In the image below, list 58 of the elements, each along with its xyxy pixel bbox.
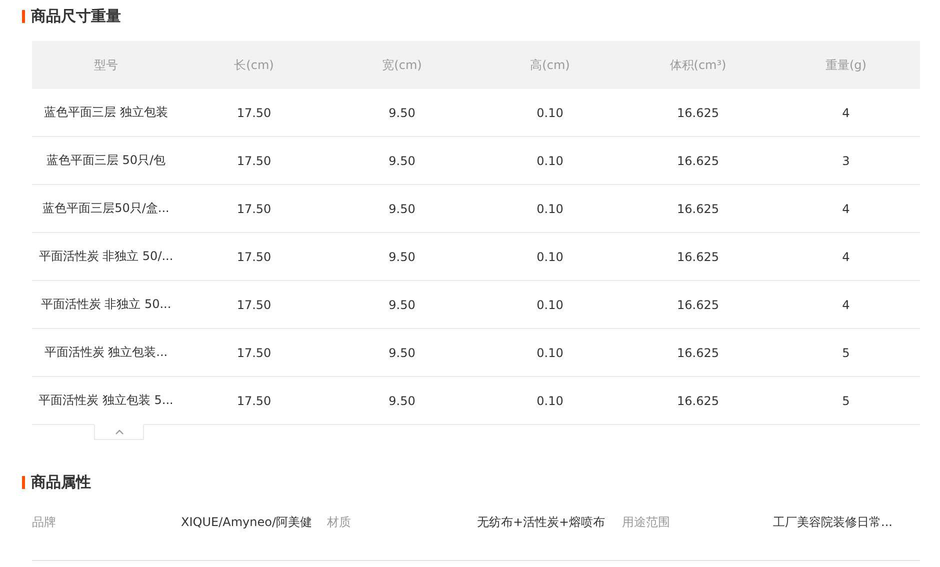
section-title: 商品尺寸重量 bbox=[31, 6, 121, 26]
table-cell-text: 9.50 bbox=[388, 106, 416, 120]
table-cell-text: 蓝色平面三层 50只/包 bbox=[45, 152, 167, 169]
table-cell-text: 4 bbox=[841, 298, 851, 312]
table-cell-text: 0.10 bbox=[536, 154, 564, 168]
table-cell-text: 16.625 bbox=[676, 346, 720, 360]
table-cell-text: 4 bbox=[841, 202, 851, 216]
table-cell-text: 0.10 bbox=[536, 106, 564, 120]
collapse-toggle[interactable] bbox=[94, 424, 144, 440]
column-header: 长(cm) bbox=[233, 56, 275, 74]
column-header: 宽(cm) bbox=[381, 56, 423, 74]
table-cell-text: 9.50 bbox=[388, 346, 416, 360]
attribute-value: XIQUE/Amyneo/阿美健 bbox=[181, 514, 313, 531]
table-cell-text: 4 bbox=[841, 250, 851, 264]
table-cell-text: 蓝色平面三层 独立包装 bbox=[43, 104, 169, 121]
table-cell-text: 17.50 bbox=[236, 394, 272, 408]
table-cell-text: 0.10 bbox=[536, 394, 564, 408]
table-cell-text: 4 bbox=[841, 106, 851, 120]
table-cell-text: 5 bbox=[841, 394, 851, 408]
table-cell-text: 16.625 bbox=[676, 394, 720, 408]
table-cell-text: 0.10 bbox=[536, 202, 564, 216]
table-cell-text: 16.625 bbox=[676, 250, 720, 264]
table-cell-text: 17.50 bbox=[236, 202, 272, 216]
table-cell-text: 平面活性炭 非独立 50/... bbox=[38, 248, 174, 265]
table-cell-text: 0.10 bbox=[536, 346, 564, 360]
column-header: 体积(cm³) bbox=[668, 56, 728, 74]
table-cell-text: 17.50 bbox=[236, 346, 272, 360]
table-cell-text: 平面活性炭 独立包装 5... bbox=[38, 392, 174, 409]
attribute-label: 品牌 bbox=[32, 514, 57, 531]
table-cell-text: 0.10 bbox=[536, 250, 564, 264]
table-cell-text: 9.50 bbox=[388, 298, 416, 312]
table-cell-text: 17.50 bbox=[236, 106, 272, 120]
table-cell-text: 16.625 bbox=[676, 154, 720, 168]
attribute-value: 工厂美容院装修日常... bbox=[773, 514, 894, 531]
table-cell-text: 9.50 bbox=[388, 394, 416, 408]
table-cell-text: 0.10 bbox=[536, 298, 564, 312]
table-cell-text: 9.50 bbox=[388, 250, 416, 264]
attribute-label: 材质 bbox=[327, 514, 352, 531]
attribute-value: 无纺布+活性炭+熔喷布 bbox=[477, 514, 606, 531]
table-cell-text: 平面活性炭 独立包装... bbox=[43, 344, 169, 361]
column-header: 重量(g) bbox=[824, 56, 868, 74]
table-cell-text: 5 bbox=[841, 346, 851, 360]
table-cell-text: 平面活性炭 非独立 50... bbox=[40, 296, 172, 313]
table-cell-text: 16.625 bbox=[676, 298, 720, 312]
attribute-label: 用途范围 bbox=[622, 514, 671, 531]
section-title: 商品属性 bbox=[31, 472, 91, 492]
caret-up-icon bbox=[114, 429, 124, 435]
table-cell-text: 17.50 bbox=[236, 298, 272, 312]
table-cell-text: 17.50 bbox=[236, 154, 272, 168]
table-cell-text: 16.625 bbox=[676, 106, 720, 120]
table-cell-text: 9.50 bbox=[388, 202, 416, 216]
column-header: 高(cm) bbox=[529, 56, 571, 74]
table-cell-text: 16.625 bbox=[676, 202, 720, 216]
table-cell-text: 3 bbox=[841, 154, 851, 168]
table-cell-text: 9.50 bbox=[388, 154, 416, 168]
column-header: 型号 bbox=[93, 56, 119, 74]
table-cell-text: 17.50 bbox=[236, 250, 272, 264]
table-cell-text: 蓝色平面三层50只/盒... bbox=[42, 200, 170, 217]
